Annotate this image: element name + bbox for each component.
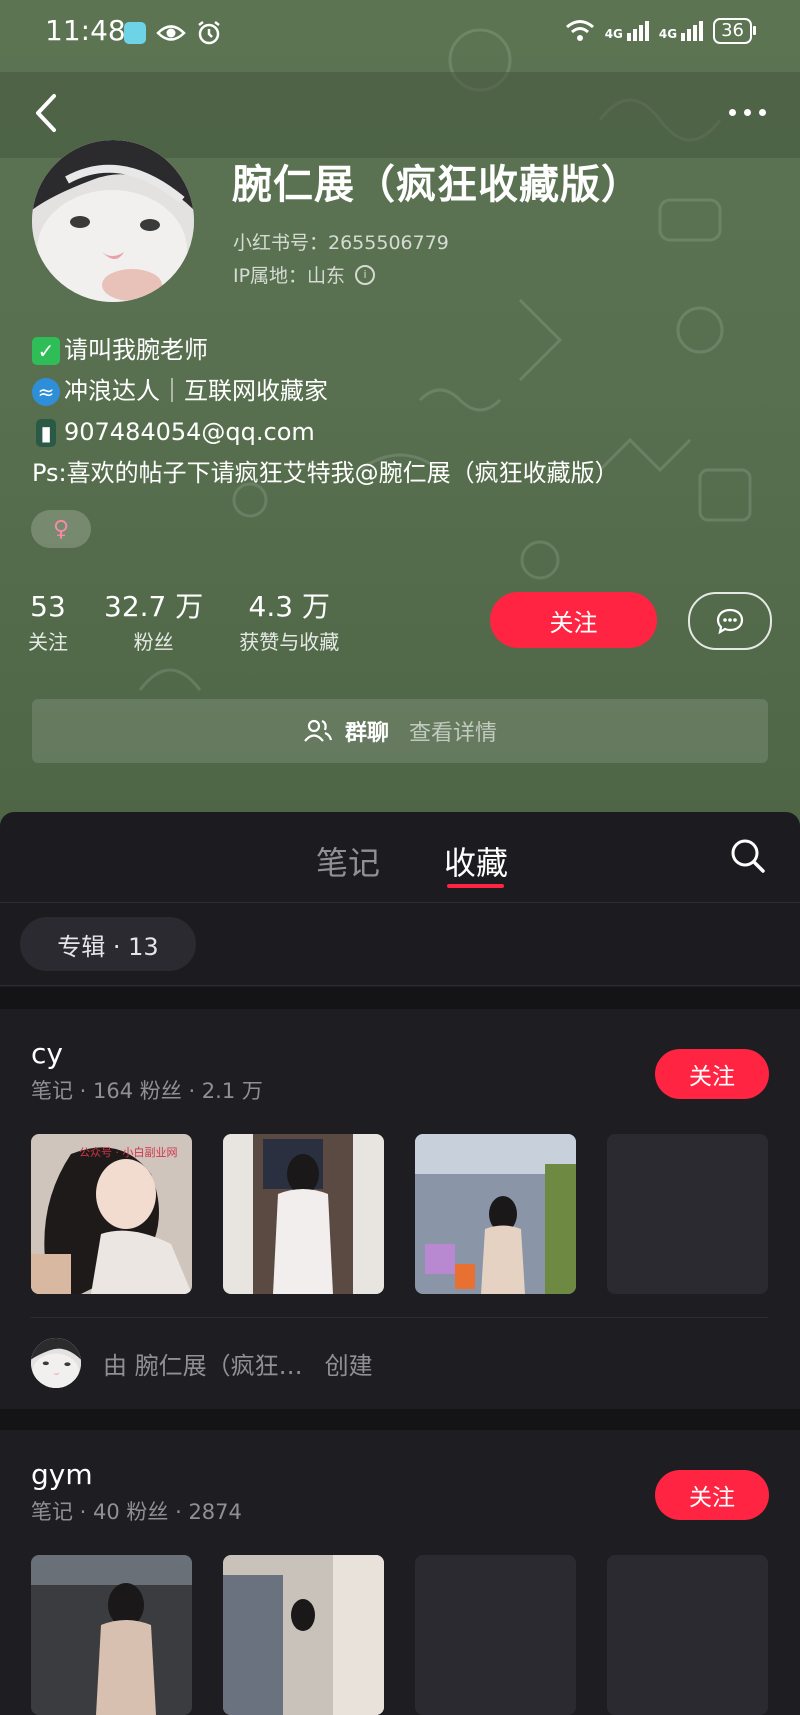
stat-value: 32.7 万: [104, 590, 204, 623]
album-thumbnail-empty: [607, 1134, 768, 1294]
stat-following[interactable]: 53 关注: [28, 590, 68, 655]
ip-location: IP属地：山东 i: [233, 261, 376, 288]
more-options-button[interactable]: [722, 96, 772, 128]
album-title: gym: [31, 1458, 93, 1491]
bio-line: ≈ 冲浪达人｜互联网收藏家: [32, 371, 619, 412]
profile-header: 11:48 4G 4G 36 腕仁展（疯狂收藏版） 小红书号：265550677…: [0, 0, 800, 830]
group-icon: [304, 719, 333, 742]
group-chat-detail: 查看详情: [409, 721, 498, 746]
signal-1-icon: 4G: [605, 21, 649, 41]
bio-line: ▮ 907484054@qq.com: [32, 412, 619, 453]
tab-bar: 笔记 收藏: [0, 812, 800, 903]
bio: ✓ 请叫我腕老师 ≈ 冲浪达人｜互联网收藏家 ▮ 907484054@qq.co…: [32, 330, 619, 494]
content-panel: 笔记 收藏 专辑 · 13 cy 笔记 · 164 粉丝 · 2.1 万 关注 …: [0, 812, 800, 1715]
wave-icon: ≈: [32, 377, 60, 406]
stat-label: 获赞与收藏: [239, 630, 340, 654]
more-dot: [743, 108, 751, 116]
chat-bubble-icon: [716, 608, 744, 635]
profile-avatar[interactable]: [32, 140, 194, 302]
status-time: 11:48: [45, 14, 126, 47]
active-tab-indicator: [447, 884, 504, 888]
eye-icon: [156, 25, 186, 41]
battery-indicator: 36: [713, 18, 756, 44]
album-follow-button[interactable]: 关注: [655, 1470, 769, 1520]
wifi-icon: [565, 20, 594, 41]
album-thumbnail[interactable]: [415, 1134, 576, 1294]
album-stats: 笔记 · 40 粉丝 · 2874: [31, 1500, 242, 1524]
album-thumbnail-empty: [607, 1555, 768, 1715]
album-thumbnails: [31, 1555, 768, 1715]
gender-badge: ♀: [31, 510, 91, 548]
more-dot: [758, 108, 766, 116]
ip-location-text: IP属地：山东: [233, 265, 346, 287]
stat-label: 粉丝: [133, 630, 174, 654]
section-divider: [0, 1409, 800, 1430]
translate-app-icon: [124, 22, 146, 44]
cat-avatar-image: [32, 140, 194, 302]
album-thumbnail[interactable]: [223, 1134, 384, 1294]
chevron-left-icon: [36, 94, 56, 132]
bio-text: 请叫我腕老师: [64, 336, 208, 364]
album-card[interactable]: cy 笔记 · 164 粉丝 · 2.1 万 关注 公众号 · 小白副业网 由 …: [0, 1009, 800, 1409]
group-chat-bar[interactable]: 群聊 查看详情: [32, 699, 768, 763]
album-thumbnails: 公众号 · 小白副业网: [31, 1134, 768, 1294]
bio-text: 冲浪达人｜互联网收藏家: [64, 377, 328, 405]
bio-text: 907484054@qq.com: [64, 418, 315, 446]
stat-followers[interactable]: 32.7 万 粉丝: [104, 590, 203, 655]
group-chat-label: 群聊: [344, 721, 389, 746]
stat-value: 4.3 万: [248, 590, 330, 623]
album-thumbnail[interactable]: 公众号 · 小白副业网: [31, 1134, 192, 1294]
tab-notes[interactable]: 笔记: [316, 838, 380, 884]
tab-favorites[interactable]: 收藏: [444, 838, 508, 884]
album-thumbnail[interactable]: [223, 1555, 384, 1715]
profile-name: 腕仁展（疯狂收藏版）: [232, 162, 642, 208]
creator-name: 由 腕仁展（疯狂…: [103, 1351, 303, 1380]
follow-button[interactable]: 关注: [490, 592, 657, 648]
section-divider: [0, 987, 800, 1009]
cat-avatar-image: [31, 1338, 81, 1388]
album-filter-chip[interactable]: 专辑 · 13: [20, 917, 196, 971]
more-dot: [728, 108, 736, 116]
stat-label: 关注: [28, 630, 68, 654]
album-thumbnail[interactable]: [31, 1555, 192, 1715]
alarm-icon: [198, 21, 220, 45]
info-icon[interactable]: i: [355, 264, 376, 285]
watermark-text: 公众号 · 小白副业网: [79, 1146, 178, 1159]
bio-line: ✓ 请叫我腕老师: [32, 330, 619, 371]
stat-likes-collects[interactable]: 4.3 万 获赞与收藏: [239, 590, 339, 655]
created-suffix: 创建: [324, 1351, 373, 1380]
bio-line: Ps:喜欢的帖子下请疯狂艾特我@腕仁展（疯狂收藏版）: [32, 453, 619, 494]
photo-image: [223, 1134, 384, 1294]
album-follow-button[interactable]: 关注: [655, 1049, 769, 1099]
photo-image: [31, 1555, 192, 1715]
album-stats: 笔记 · 164 粉丝 · 2.1 万: [31, 1079, 263, 1103]
creator-text: 由 腕仁展（疯狂… 创建: [103, 1346, 373, 1381]
signal-2-icon: 4G: [659, 21, 704, 41]
search-button[interactable]: [726, 834, 770, 878]
female-icon: ♀: [52, 516, 70, 542]
divider: [0, 985, 800, 986]
creator-avatar: [31, 1338, 81, 1388]
album-creator[interactable]: 由 腕仁展（疯狂… 创建: [31, 1317, 768, 1408]
search-icon: [731, 839, 765, 873]
status-bar: 11:48 4G 4G 36: [0, 0, 800, 70]
bio-text: Ps:喜欢的帖子下请疯狂艾特我@腕仁展（疯狂收藏版）: [32, 459, 619, 487]
photo-image: [415, 1134, 576, 1294]
profile-stats: 53 关注 32.7 万 粉丝 4.3 万 获赞与收藏: [28, 590, 375, 655]
album-card[interactable]: gym 笔记 · 40 粉丝 · 2874 关注: [0, 1430, 800, 1715]
stat-value: 53: [30, 590, 66, 623]
album-thumbnail-empty: [415, 1555, 576, 1715]
album-title: cy: [31, 1037, 63, 1070]
photo-image: [223, 1555, 384, 1715]
back-button[interactable]: [28, 88, 68, 138]
message-button[interactable]: [688, 592, 772, 650]
bottle-icon: ▮: [36, 418, 56, 447]
xhs-id: 小红书号：2655506779: [233, 232, 449, 254]
checkmark-icon: ✓: [32, 336, 60, 365]
